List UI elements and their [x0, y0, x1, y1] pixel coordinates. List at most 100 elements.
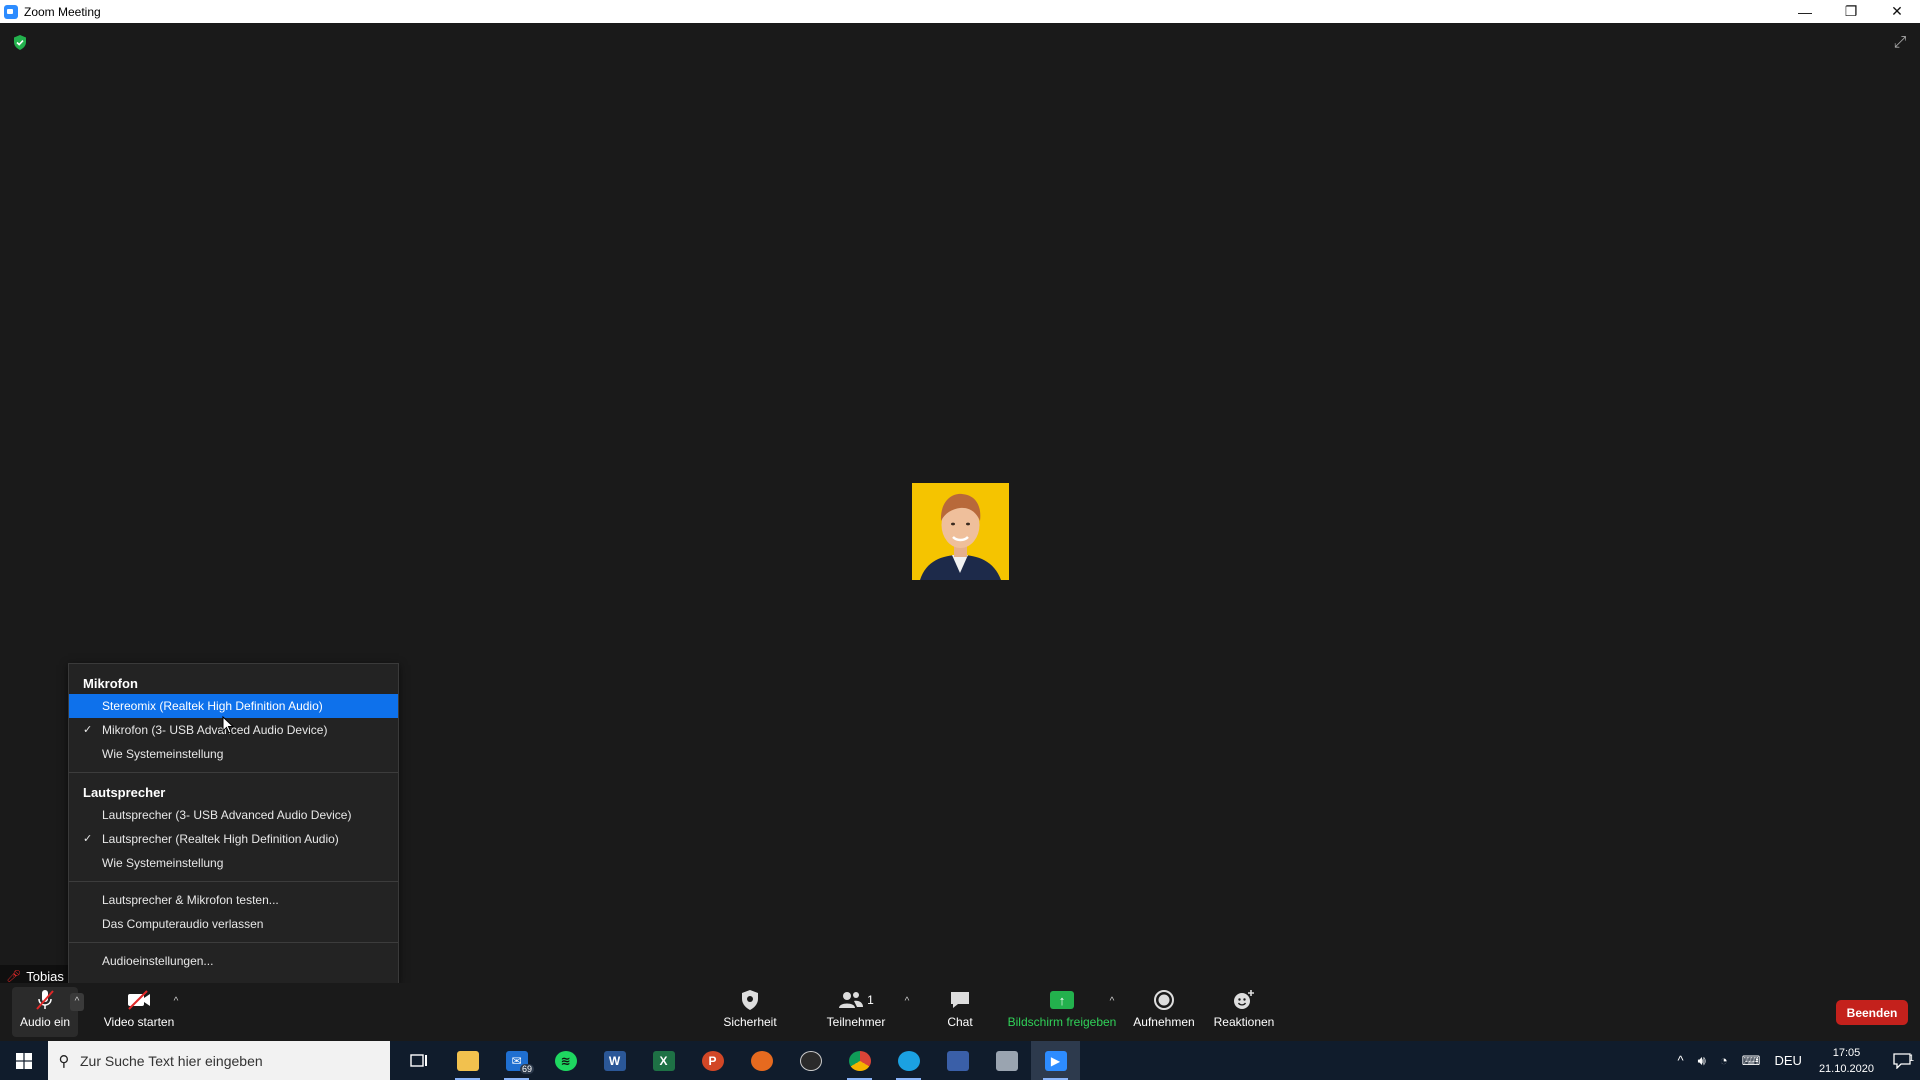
chat-button-label: Chat	[947, 1015, 973, 1029]
menu-divider	[69, 772, 398, 773]
app-grey-button[interactable]	[982, 1041, 1031, 1080]
share-options-caret[interactable]: ^	[1105, 993, 1119, 1011]
end-meeting-button[interactable]: Beenden	[1836, 1000, 1908, 1025]
audio-options-menu: Mikrofon Stereomix (Realtek High Definit…	[68, 663, 399, 984]
windows-logo-icon	[16, 1052, 32, 1069]
action-center-button[interactable]: 1	[1884, 1053, 1920, 1069]
menu-item-label: Lautsprecher (Realtek High Definition Au…	[102, 832, 339, 846]
volume-icon[interactable]: 🔊︎	[1698, 1053, 1706, 1069]
shield-icon	[740, 987, 760, 1013]
fullscreen-icon[interactable]: ⤢	[1892, 35, 1908, 51]
share-screen-button[interactable]: ↑ Bildschirm freigeben	[1006, 987, 1118, 1029]
mic-option-stereomix[interactable]: Stereomix (Realtek High Definition Audio…	[69, 694, 398, 718]
mic-option-system[interactable]: Wie Systemeinstellung	[69, 742, 398, 766]
participants-icon: 1	[838, 987, 874, 1013]
encryption-shield-icon[interactable]	[13, 35, 27, 50]
reactions-smiley-icon	[1232, 987, 1256, 1013]
excel-button[interactable]: X	[639, 1041, 688, 1080]
file-explorer-button[interactable]	[443, 1041, 492, 1080]
share-screen-icon: ↑	[1050, 987, 1074, 1013]
app-blue-button[interactable]	[933, 1041, 982, 1080]
tray-overflow-icon[interactable]: ^	[1678, 1053, 1684, 1068]
security-button-label: Sicherheit	[723, 1015, 777, 1029]
participants-button[interactable]: 1 Teilnehmer	[820, 987, 892, 1029]
security-button[interactable]: Sicherheit	[718, 987, 782, 1029]
task-view-button[interactable]	[394, 1041, 443, 1080]
keyboard-icon[interactable]: ⌨	[1742, 1053, 1761, 1069]
menu-item-label: Lautsprecher (3- USB Advanced Audio Devi…	[102, 808, 352, 822]
reactions-button-label: Reaktionen	[1213, 1015, 1275, 1029]
video-button[interactable]: Video starten	[102, 987, 176, 1029]
search-placeholder: Zur Suche Text hier eingeben	[80, 1052, 263, 1069]
participants-options-caret[interactable]: ^	[900, 993, 914, 1011]
taskbar-apps: ✉ 69 ≋ W X P ▶	[394, 1041, 1080, 1080]
obs-button[interactable]	[786, 1041, 835, 1080]
menu-item-label: Mikrofon (3- USB Advanced Audio Device)	[102, 723, 328, 737]
menu-item-label: Wie Systemeinstellung	[102, 747, 224, 761]
clock-date: 21.10.2020	[1818, 1062, 1874, 1075]
powerpoint-icon: P	[701, 1050, 724, 1071]
meeting-toolbar: Audio ein ^ Video starten ^ Sicherheit 1…	[0, 983, 1920, 1041]
window-title: Zoom Meeting	[24, 4, 101, 19]
mail-unread-badge: 69	[519, 1064, 534, 1074]
windows-taskbar: ⚲ Zur Suche Text hier eingeben ✉ 69 ≋ W …	[0, 1041, 1920, 1080]
audio-options-caret[interactable]: ^	[70, 993, 84, 1011]
leave-computer-audio-option[interactable]: Das Computeraudio verlassen	[69, 912, 398, 936]
app-blue-icon	[946, 1050, 969, 1071]
task-view-icon	[409, 1053, 427, 1067]
language-indicator[interactable]: DEU	[1774, 1053, 1801, 1068]
excel-icon: X	[652, 1050, 675, 1071]
system-tray: ^ 🔊︎ ◔ ⌨ DEU 17:05 21.10.2020 1	[1671, 1041, 1920, 1080]
speaker-section-header: Lautsprecher	[83, 785, 166, 800]
speaker-option-system[interactable]: Wie Systemeinstellung	[69, 851, 398, 875]
wifi-icon[interactable]: ◔	[1720, 1053, 1728, 1068]
camera-off-icon	[125, 987, 153, 1013]
folder-icon	[456, 1050, 479, 1071]
menu-divider	[69, 942, 398, 943]
powerpoint-button[interactable]: P	[688, 1041, 737, 1080]
chat-bubble-icon	[949, 987, 971, 1013]
minimize-button[interactable]: —	[1782, 0, 1828, 23]
video-options-caret[interactable]: ^	[169, 993, 183, 1011]
mic-muted-icon: 🎤︎	[6, 969, 22, 983]
participants-button-label: Teilnehmer	[826, 1015, 886, 1029]
audio-settings-option[interactable]: Audioeinstellungen...	[69, 949, 398, 973]
restore-button[interactable]: ❐	[1828, 0, 1874, 23]
zoom-taskbar-button[interactable]: ▶	[1031, 1041, 1080, 1080]
window-controls: — ❐ ✕	[1782, 0, 1920, 23]
notification-count: 1	[1908, 1052, 1914, 1063]
word-icon: W	[603, 1050, 626, 1071]
test-audio-option[interactable]: Lautsprecher & Mikrofon testen...	[69, 888, 398, 912]
windows-start-button[interactable]	[0, 1041, 48, 1080]
audio-button[interactable]: Audio ein	[12, 987, 78, 1037]
spotify-button[interactable]: ≋	[541, 1041, 590, 1080]
microphone-muted-icon	[34, 987, 56, 1013]
record-button[interactable]: Aufnehmen	[1132, 987, 1196, 1029]
app-orange-icon	[750, 1050, 773, 1071]
obs-icon	[799, 1050, 822, 1071]
taskbar-search-box[interactable]: ⚲ Zur Suche Text hier eingeben	[48, 1041, 390, 1080]
speaker-option-usb[interactable]: Lautsprecher (3- USB Advanced Audio Devi…	[69, 803, 398, 827]
record-button-label: Aufnehmen	[1133, 1015, 1195, 1029]
mic-section-header: Mikrofon	[83, 676, 138, 691]
edge-icon	[897, 1050, 920, 1071]
spotify-icon: ≋	[554, 1050, 577, 1071]
chat-button[interactable]: Chat	[940, 987, 980, 1029]
speaker-option-realtek[interactable]: ✓ Lautsprecher (Realtek High Definition …	[69, 827, 398, 851]
app-grey-icon	[995, 1050, 1018, 1071]
audio-button-label: Audio ein	[19, 1015, 71, 1029]
taskbar-clock[interactable]: 17:05 21.10.2020	[1819, 1045, 1874, 1077]
reactions-button[interactable]: Reaktionen	[1214, 987, 1274, 1029]
participants-count: 1	[867, 993, 874, 1007]
record-icon	[1153, 987, 1175, 1013]
edge-button[interactable]	[884, 1041, 933, 1080]
checkmark-icon: ✓	[83, 724, 93, 736]
search-icon: ⚲	[58, 1052, 70, 1070]
chrome-button[interactable]	[835, 1041, 884, 1080]
menu-item-label: Wie Systemeinstellung	[102, 856, 224, 870]
app-orange-button[interactable]	[737, 1041, 786, 1080]
clock-time: 17:05	[1832, 1046, 1861, 1059]
word-button[interactable]: W	[590, 1041, 639, 1080]
close-button[interactable]: ✕	[1874, 0, 1920, 23]
mail-button[interactable]: ✉ 69	[492, 1041, 541, 1080]
